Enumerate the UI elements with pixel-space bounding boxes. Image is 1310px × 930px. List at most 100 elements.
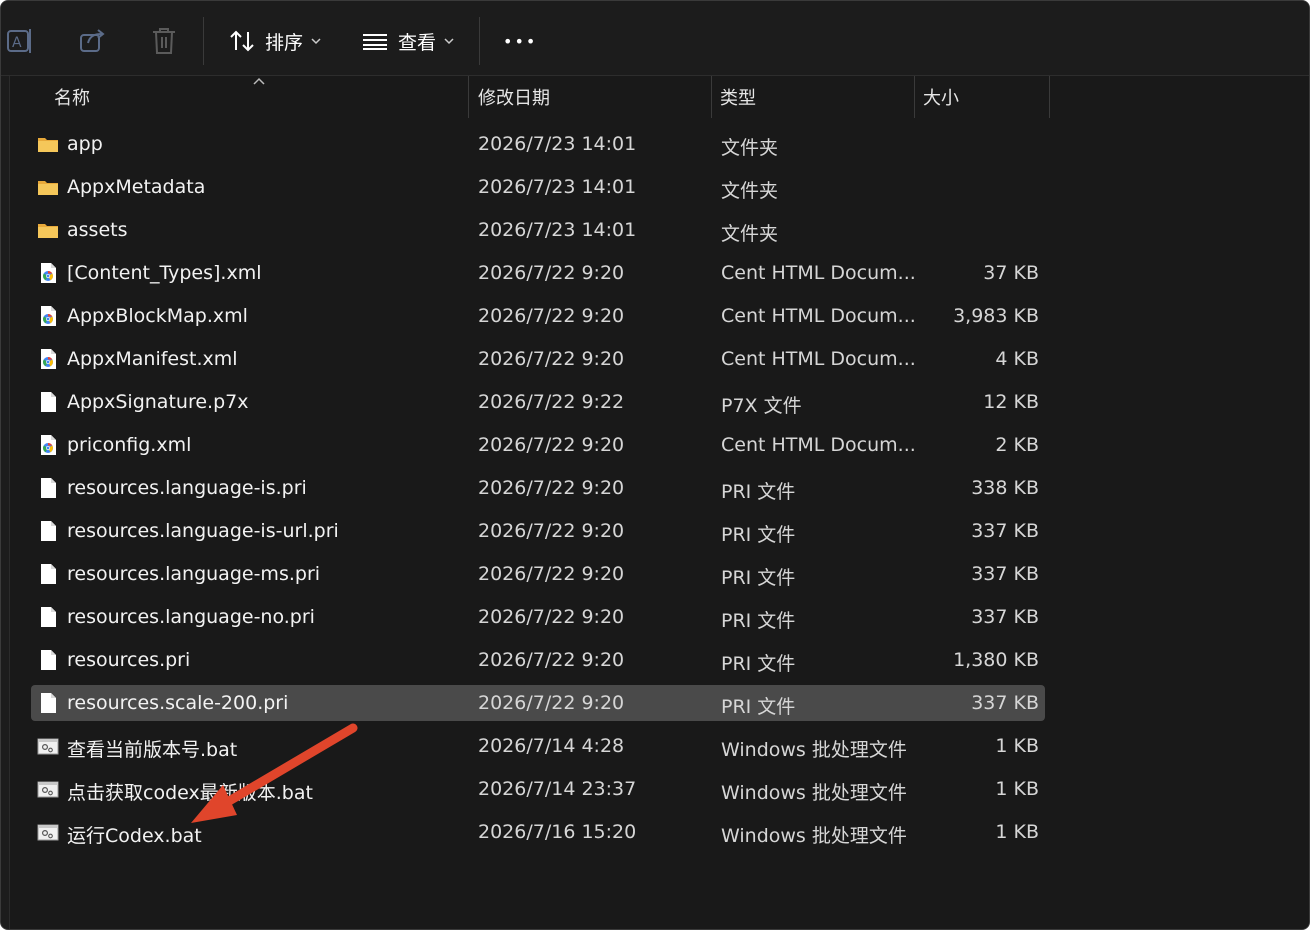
file-name: app: [67, 133, 103, 155]
file-name: 点击获取codex最新版本.bat: [67, 782, 313, 804]
file-date-modified: 2026/7/22 9:20: [478, 606, 625, 628]
column-header-name[interactable]: 名称: [54, 84, 90, 110]
file-size: 337 KB: [971, 606, 1039, 628]
column-divider[interactable]: [711, 76, 712, 118]
file-name: assets: [67, 219, 128, 241]
file-row[interactable]: resources.language-is-url.pri 2026/7/22 9…: [31, 513, 1045, 549]
file-list-pane: 名称 修改日期 类型 大小 app 2026/7/23 14:01 文件夹 AppxM…: [9, 76, 1309, 929]
html-doc-icon: [37, 434, 59, 456]
file-row[interactable]: resources.language-no.pri 2026/7/22 9:20 P…: [31, 599, 1045, 635]
file-name: priconfig.xml: [67, 434, 192, 456]
file-date-modified: 2026/7/22 9:20: [478, 520, 625, 542]
file-row[interactable]: priconfig.xml 2026/7/22 9:20 Cent HTML Doc…: [31, 427, 1045, 463]
file-name: resources.language-ms.pri: [67, 563, 321, 585]
file-size: 1,380 KB: [953, 649, 1039, 671]
file-name: AppxManifest.xml: [67, 348, 238, 370]
file-name: resources.pri: [67, 649, 191, 671]
bat-file-icon: [37, 735, 59, 757]
file-date-modified: 2026/7/22 9:20: [478, 305, 625, 327]
file-type: 文件夹: [721, 180, 779, 202]
file-name: [Content_Types].xml: [67, 262, 262, 284]
file-name: 查看当前版本号.bat: [67, 739, 238, 761]
file-row[interactable]: AppxManifest.xml 2026/7/22 9:20 Cent HTML …: [31, 341, 1045, 377]
sort-icon: [230, 30, 254, 52]
view-label: 查看: [398, 31, 437, 54]
column-divider[interactable]: [1049, 76, 1050, 118]
file-name: AppxBlockMap.xml: [67, 305, 248, 327]
file-row[interactable]: resources.language-is.pri 2026/7/22 9:20 P…: [31, 470, 1045, 506]
file-name: 运行Codex.bat: [67, 825, 202, 847]
file-date-modified: 2026/7/22 9:20: [478, 649, 625, 671]
file-icon: [37, 692, 59, 714]
file-icon: [37, 520, 59, 542]
file-icon: [37, 563, 59, 585]
file-type: 文件夹: [721, 137, 779, 159]
file-date-modified: 2026/7/14 4:28: [478, 735, 625, 757]
file-icon: [37, 606, 59, 628]
file-date-modified: 2026/7/16 15:20: [478, 821, 637, 843]
file-date-modified: 2026/7/23 14:01: [478, 176, 637, 198]
file-explorer-window: A 排序 查看 ••• 名称 修改日期 类型 大小 app 2026/7/23 …: [0, 0, 1310, 930]
file-type: Cent HTML Docum...: [721, 262, 916, 284]
file-name: resources.language-no.pri: [67, 606, 315, 628]
toolbar-separator: [479, 17, 480, 65]
file-row[interactable]: app 2026/7/23 14:01 文件夹: [31, 126, 1045, 162]
column-header-date[interactable]: 修改日期: [478, 84, 550, 110]
file-row[interactable]: 点击获取codex最新版本.bat 2026/7/14 23:37 Windows …: [31, 771, 1045, 807]
folder-icon: [37, 133, 59, 155]
html-doc-icon: [37, 305, 59, 327]
column-divider[interactable]: [468, 76, 469, 118]
html-doc-icon: [37, 262, 59, 284]
file-date-modified: 2026/7/23 14:01: [478, 133, 637, 155]
file-type: Cent HTML Docum...: [721, 434, 916, 456]
file-date-modified: 2026/7/22 9:20: [478, 563, 625, 585]
column-divider[interactable]: [914, 76, 915, 118]
bat-file-icon: [37, 778, 59, 800]
file-size: 338 KB: [971, 477, 1039, 499]
file-type: PRI 文件: [721, 696, 796, 718]
file-row[interactable]: 查看当前版本号.bat 2026/7/14 4:28 Windows 批处理文件 1 …: [31, 728, 1045, 764]
chevron-down-icon: [311, 38, 321, 45]
rename-icon[interactable]: A: [6, 25, 36, 57]
bat-file-icon: [37, 821, 59, 843]
sort-ascending-icon: [253, 77, 265, 85]
file-row[interactable]: AppxMetadata 2026/7/23 14:01 文件夹: [31, 169, 1045, 205]
share-icon[interactable]: [78, 25, 108, 57]
file-type: PRI 文件: [721, 524, 796, 546]
file-size: 3,983 KB: [953, 305, 1039, 327]
file-size: 37 KB: [983, 262, 1039, 284]
file-row[interactable]: 运行Codex.bat 2026/7/16 15:20 Windows 批处理文件 1…: [31, 814, 1045, 850]
more-options-button[interactable]: •••: [503, 23, 537, 59]
file-row[interactable]: AppxBlockMap.xml 2026/7/22 9:20 Cent HTML …: [31, 298, 1045, 334]
column-header-size[interactable]: 大小: [923, 84, 959, 110]
file-row[interactable]: resources.scale-200.pri 2026/7/22 9:20 PRI…: [31, 685, 1045, 721]
file-size: 337 KB: [971, 563, 1039, 585]
file-row[interactable]: resources.pri 2026/7/22 9:20 PRI 文件 1,380 K…: [31, 642, 1045, 678]
file-row[interactable]: AppxSignature.p7x 2026/7/22 9:22 P7X 文件 12 …: [31, 384, 1045, 420]
file-name: resources.language-is.pri: [67, 477, 307, 499]
file-date-modified: 2026/7/23 14:01: [478, 219, 637, 241]
toolbar-separator: [203, 17, 204, 65]
file-row[interactable]: [Content_Types].xml 2026/7/22 9:20 Cent HT…: [31, 255, 1045, 291]
file-size: 12 KB: [983, 391, 1039, 413]
column-header-type[interactable]: 类型: [720, 84, 756, 110]
chevron-down-icon: [444, 38, 454, 45]
file-name: AppxSignature.p7x: [67, 391, 249, 413]
file-date-modified: 2026/7/22 9:20: [478, 692, 625, 714]
file-row[interactable]: resources.language-ms.pri 2026/7/22 9:20 P…: [31, 556, 1045, 592]
file-size: 1 KB: [995, 735, 1039, 757]
file-type: Windows 批处理文件: [721, 739, 907, 761]
file-type: Windows 批处理文件: [721, 782, 907, 804]
file-type: P7X 文件: [721, 395, 802, 417]
file-size: 1 KB: [995, 778, 1039, 800]
sort-button[interactable]: 排序: [229, 23, 321, 59]
view-button[interactable]: 查看: [362, 23, 454, 59]
file-date-modified: 2026/7/22 9:20: [478, 434, 625, 456]
file-size: 4 KB: [995, 348, 1039, 370]
file-row[interactable]: assets 2026/7/23 14:01 文件夹: [31, 212, 1045, 248]
file-name: resources.language-is-url.pri: [67, 520, 339, 542]
file-type: 文件夹: [721, 223, 779, 245]
html-doc-icon: [37, 348, 59, 370]
file-type: Windows 批处理文件: [721, 825, 907, 847]
delete-icon[interactable]: [149, 25, 179, 57]
